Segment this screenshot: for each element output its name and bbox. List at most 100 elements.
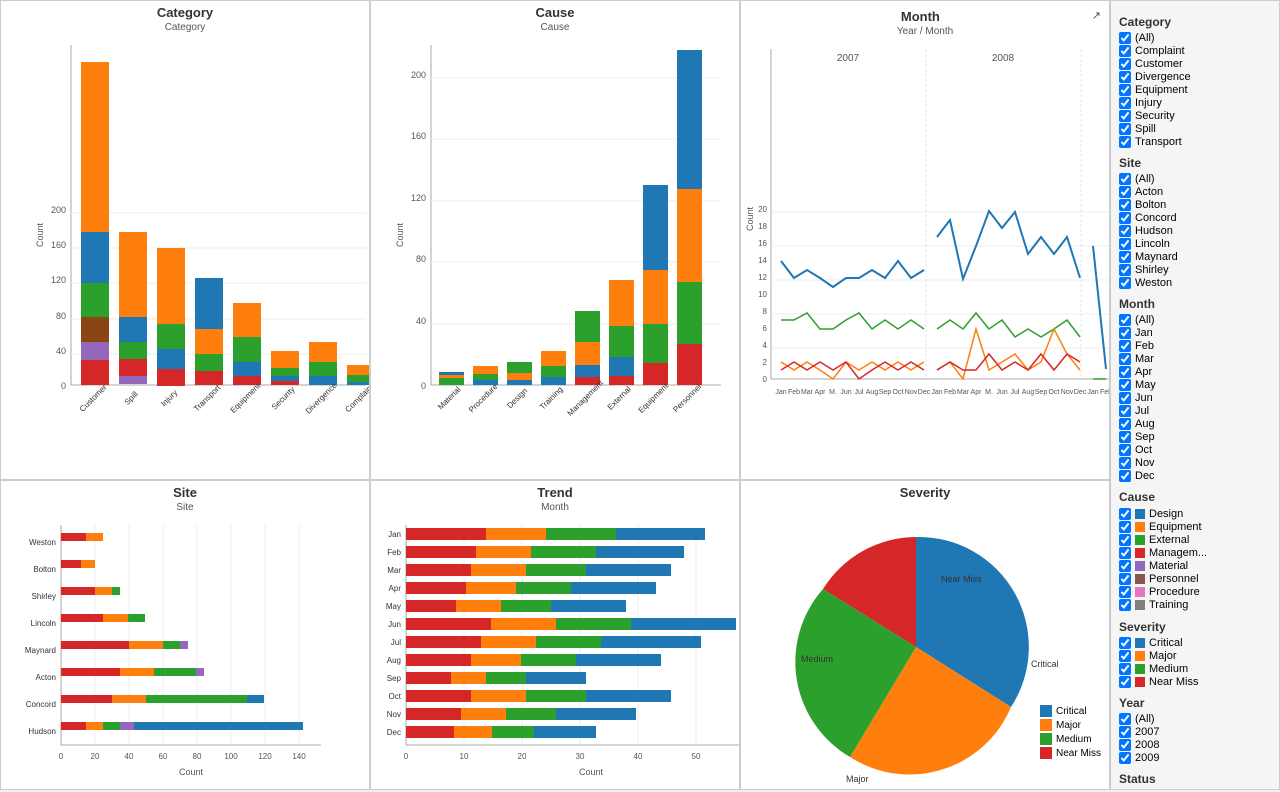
filter-checkbox[interactable] [1119, 534, 1131, 546]
filter-item: External [1119, 534, 1271, 546]
filter-checkbox[interactable] [1119, 560, 1131, 572]
filter-site-title: Site [1119, 156, 1271, 170]
medium-color [1040, 733, 1052, 745]
expand-icon[interactable]: ↗ [1092, 9, 1101, 22]
site-subtitle: Site [1, 502, 369, 513]
filter-checkbox[interactable] [1119, 97, 1131, 109]
filter-cause-list: DesignEquipmentExternalManagem...Materia… [1119, 507, 1271, 612]
svg-text:20: 20 [518, 752, 527, 761]
filter-checkbox[interactable] [1119, 173, 1131, 185]
filter-label: Apr [1135, 366, 1152, 378]
filter-checkbox[interactable] [1119, 366, 1131, 378]
svg-text:M.: M. [985, 389, 993, 396]
filter-color-swatch [1135, 600, 1145, 610]
svg-text:Equipment: Equipment [229, 381, 263, 415]
filter-item: (All) [1119, 713, 1271, 725]
filter-checkbox[interactable] [1119, 713, 1131, 725]
svg-text:0: 0 [404, 752, 409, 761]
trend-chart: 0 10 20 30 40 50 60 Count Jan Feb Mar Ap… [371, 515, 740, 785]
filter-checkbox[interactable] [1119, 123, 1131, 135]
filter-checkbox[interactable] [1119, 327, 1131, 339]
filter-year-title: Year [1119, 696, 1271, 710]
svg-text:Equipment: Equipment [637, 381, 671, 415]
filter-checkbox[interactable] [1119, 58, 1131, 70]
svg-text:0: 0 [763, 375, 768, 384]
filter-checkbox[interactable] [1119, 186, 1131, 198]
filter-checkbox[interactable] [1119, 84, 1131, 96]
filter-checkbox[interactable] [1119, 353, 1131, 365]
filter-item: Weston [1119, 277, 1271, 289]
filter-checkbox[interactable] [1119, 136, 1131, 148]
filter-item: Apr [1119, 366, 1271, 378]
month-subtitle: Year / Month [741, 26, 1109, 37]
filter-item: Sep [1119, 431, 1271, 443]
filter-checkbox[interactable] [1119, 752, 1131, 764]
filter-checkbox[interactable] [1119, 444, 1131, 456]
filter-checkbox[interactable] [1119, 251, 1131, 263]
filter-checkbox[interactable] [1119, 726, 1131, 738]
filter-checkbox[interactable] [1119, 508, 1131, 520]
svg-text:Training: Training [538, 385, 565, 412]
svg-text:Divergence: Divergence [304, 380, 339, 415]
severity-title: Severity [741, 481, 1109, 502]
legend-near-miss: Near Miss [1040, 747, 1101, 759]
filter-checkbox[interactable] [1119, 32, 1131, 44]
filter-checkbox[interactable] [1119, 225, 1131, 237]
filter-checkbox[interactable] [1119, 71, 1131, 83]
filter-checkbox[interactable] [1119, 110, 1131, 122]
month-chart: 0 2 4 6 8 10 12 14 16 18 20 Count 2007 2… [741, 39, 1110, 429]
filter-checkbox[interactable] [1119, 392, 1131, 404]
filter-checkbox[interactable] [1119, 379, 1131, 391]
filter-checkbox[interactable] [1119, 277, 1131, 289]
svg-text:2: 2 [763, 358, 768, 367]
filter-checkbox[interactable] [1119, 599, 1131, 611]
filter-checkbox[interactable] [1119, 676, 1131, 688]
filter-color-swatch [1135, 664, 1145, 674]
filter-checkbox[interactable] [1119, 418, 1131, 430]
filter-item: Near Miss [1119, 676, 1271, 688]
filter-checkbox[interactable] [1119, 264, 1131, 276]
filter-checkbox[interactable] [1119, 789, 1131, 790]
filter-item: Equipment [1119, 521, 1271, 533]
svg-text:6: 6 [763, 324, 768, 333]
filter-checkbox[interactable] [1119, 663, 1131, 675]
svg-text:Count: Count [395, 223, 405, 248]
filter-checkbox[interactable] [1119, 431, 1131, 443]
filter-checkbox[interactable] [1119, 199, 1131, 211]
filter-checkbox[interactable] [1119, 314, 1131, 326]
filter-checkbox[interactable] [1119, 457, 1131, 469]
filter-checkbox[interactable] [1119, 340, 1131, 352]
svg-text:200: 200 [411, 70, 426, 80]
filter-checkbox[interactable] [1119, 547, 1131, 559]
filter-item: Lincoln [1119, 238, 1271, 250]
site-chart: 0 20 40 60 80 100 120 140 Count Weston B… [1, 515, 341, 785]
filter-checkbox[interactable] [1119, 470, 1131, 482]
svg-text:Bolton: Bolton [33, 565, 56, 574]
filter-item: Acton [1119, 186, 1271, 198]
filter-year-list: (All)200720082009 [1119, 713, 1271, 764]
filter-checkbox[interactable] [1119, 45, 1131, 57]
svg-text:Customer: Customer [78, 383, 109, 414]
filter-item: Bolton [1119, 199, 1271, 211]
svg-text:Mar: Mar [957, 389, 970, 396]
filter-checkbox[interactable] [1119, 573, 1131, 585]
filter-checkbox[interactable] [1119, 650, 1131, 662]
svg-text:Hudson: Hudson [28, 727, 56, 736]
svg-text:Nov: Nov [905, 389, 918, 396]
filter-status-list: (All)ClosedOpen [1119, 789, 1271, 790]
cause-chart: 0 40 80 120 160 200 Count Material [391, 35, 731, 425]
svg-text:Mar: Mar [387, 566, 401, 575]
svg-text:M.: M. [829, 389, 837, 396]
filter-checkbox[interactable] [1119, 405, 1131, 417]
filter-checkbox[interactable] [1119, 521, 1131, 533]
filter-checkbox[interactable] [1119, 238, 1131, 250]
svg-text:12: 12 [758, 273, 767, 282]
filter-item: Equipment [1119, 84, 1271, 96]
svg-text:Shirley: Shirley [32, 592, 56, 601]
filter-checkbox[interactable] [1119, 739, 1131, 751]
filter-checkbox[interactable] [1119, 637, 1131, 649]
filter-checkbox[interactable] [1119, 212, 1131, 224]
near-miss-color [1040, 747, 1052, 759]
filter-item: 2007 [1119, 726, 1271, 738]
filter-checkbox[interactable] [1119, 586, 1131, 598]
